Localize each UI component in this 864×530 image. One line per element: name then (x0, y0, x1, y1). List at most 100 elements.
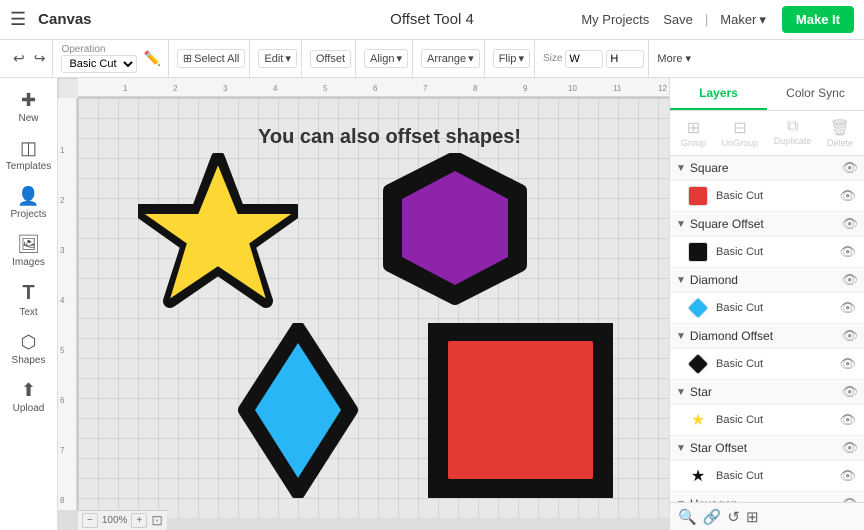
layer-item-square-basic-cut[interactable]: Basic Cut 👁 (670, 181, 864, 212)
operation-select[interactable]: Basic Cut (61, 55, 137, 73)
layer-item-eye-icon[interactable]: 👁 (839, 188, 856, 204)
layer-item-eye-icon[interactable]: 👁 (839, 468, 856, 484)
layer-group-square-name: Square (690, 161, 842, 175)
ungroup-icon: ⊟ (733, 118, 746, 138)
more-button[interactable]: More ▾ (657, 52, 691, 65)
layer-group-star-offset: ▼ Star Offset 👁 ★ Basic Cut 👁 (670, 436, 864, 492)
left-panel-images[interactable]: 🖼 Images (4, 228, 54, 274)
group-label: Group (681, 138, 706, 148)
toolbar: ↩ ↪ Operation Basic Cut ✏️ ⊞ Select All … (0, 40, 864, 78)
layer-group-diamond-header[interactable]: ▼ Diamond 👁 (670, 268, 864, 293)
size-w-input[interactable] (565, 50, 603, 68)
left-panel-projects[interactable]: 👤 Projects (4, 180, 54, 226)
undo-button[interactable]: ↩ (10, 47, 28, 70)
search-icon[interactable]: 🔍 (678, 508, 697, 526)
arrange-dropdown-icon: ▾ (468, 52, 474, 65)
save-button[interactable]: Save (663, 12, 693, 27)
corner-box (58, 510, 78, 530)
layer-item-eye-icon[interactable]: 👁 (839, 412, 856, 428)
projects-label: Projects (10, 209, 46, 220)
templates-icon: ◫ (20, 138, 37, 159)
layer-item-label: Basic Cut (716, 246, 839, 258)
left-panel-shapes[interactable]: ⬡ Shapes (4, 326, 54, 372)
bottom-icons-group: 🔍 🔗 ↺ ⊞ (678, 508, 759, 526)
maker-button[interactable]: Maker ▾ (720, 12, 766, 28)
left-panel-text[interactable]: T Text (4, 276, 54, 324)
layer-item-star-basic-cut[interactable]: ★ Basic Cut 👁 (670, 405, 864, 436)
shape-diamond[interactable] (233, 323, 363, 501)
ungroup-button[interactable]: ⊟ UnGroup (717, 115, 764, 151)
chevron-down-icon: ▼ (676, 163, 686, 174)
shape-hexagon[interactable] (378, 153, 533, 311)
visibility-eye-icon[interactable]: 👁 (841, 160, 858, 176)
flip-button[interactable]: Flip ▾ (493, 49, 530, 68)
top-nav: ☰ Canvas Offset Tool 4 My Projects Save … (0, 0, 864, 40)
ruler-top: 1 2 3 4 5 6 7 8 9 10 11 12 (78, 78, 669, 98)
link-icon[interactable]: 🔗 (703, 508, 722, 526)
undo-redo-group: ↩ ↪ (6, 40, 53, 77)
size-group: Size (539, 40, 649, 77)
layer-group-hexagon-header[interactable]: ▼ Hexagon 👁 (670, 492, 864, 502)
layer-item-star-offset-basic-cut[interactable]: ★ Basic Cut 👁 (670, 461, 864, 492)
menu-icon[interactable]: ☰ (10, 9, 26, 30)
edit-group: Edit ▾ (254, 40, 302, 77)
size-label: Size (543, 54, 562, 64)
layer-group-star-offset-header[interactable]: ▼ Star Offset 👁 (670, 436, 864, 461)
layer-item-diamond-basic-cut[interactable]: Basic Cut 👁 (670, 293, 864, 324)
layer-item-label: Basic Cut (716, 414, 839, 426)
shape-star[interactable] (138, 153, 298, 321)
chevron-down-icon: ▼ (676, 275, 686, 286)
layer-item-eye-icon[interactable]: 👁 (839, 244, 856, 260)
zoom-in-button[interactable]: + (131, 513, 147, 528)
visibility-eye-icon[interactable]: 👁 (841, 440, 858, 456)
layer-group-square-offset-header[interactable]: ▼ Square Offset 👁 (670, 212, 864, 237)
offset-button[interactable]: Offset (310, 50, 351, 68)
operation-select-group: Operation Basic Cut (61, 45, 137, 73)
layer-item-eye-icon[interactable]: 👁 (839, 356, 856, 372)
visibility-eye-icon[interactable]: 👁 (841, 384, 858, 400)
visibility-eye-icon[interactable]: 👁 (841, 272, 858, 288)
shape-square[interactable] (428, 323, 613, 501)
layer-item-eye-icon[interactable]: 👁 (839, 300, 856, 316)
arrange-button[interactable]: Arrange ▾ (421, 49, 480, 68)
duplicate-button[interactable]: ⧉ Duplicate (769, 115, 817, 151)
images-label: Images (12, 257, 45, 268)
canvas-area[interactable]: 1 2 3 4 5 6 7 8 9 10 11 12 1 2 3 4 5 (58, 78, 669, 530)
hint-text: You can also offset shapes! (258, 126, 521, 149)
visibility-eye-icon[interactable]: 👁 (841, 328, 858, 344)
edit-button[interactable]: Edit ▾ (258, 49, 297, 68)
tab-layers[interactable]: Layers (670, 78, 767, 110)
tab-color-sync[interactable]: Color Sync (767, 78, 864, 110)
left-panel: ✚ New ◫ Templates 👤 Projects 🖼 Images T … (0, 78, 58, 530)
redo-button[interactable]: ↪ (31, 47, 49, 70)
align-button[interactable]: Align ▾ (364, 49, 408, 68)
svg-text:1: 1 (60, 146, 65, 155)
my-projects-link[interactable]: My Projects (581, 12, 649, 27)
fit-button[interactable]: ⊡ (151, 512, 163, 529)
panel-tabs: Layers Color Sync (670, 78, 864, 111)
visibility-eye-icon[interactable]: 👁 (841, 216, 858, 232)
zoom-out-button[interactable]: − (82, 513, 98, 528)
layer-group-square-header[interactable]: ▼ Square 👁 (670, 156, 864, 181)
size-h-input[interactable] (606, 50, 644, 68)
edit-icon-button[interactable]: ✏️ (140, 47, 163, 70)
make-it-button[interactable]: Make It (782, 6, 854, 33)
layer-group-star-header[interactable]: ▼ Star 👁 (670, 380, 864, 405)
layer-group-diamond-offset-header[interactable]: ▼ Diamond Offset 👁 (670, 324, 864, 349)
delete-button[interactable]: 🗑 Delete (822, 115, 858, 151)
layer-item-diamond-offset-basic-cut[interactable]: Basic Cut 👁 (670, 349, 864, 380)
layer-item-square-offset-basic-cut[interactable]: Basic Cut 👁 (670, 237, 864, 268)
svg-text:11: 11 (613, 84, 622, 93)
left-panel-upload[interactable]: ⬆ Upload (4, 374, 54, 420)
left-panel-new[interactable]: ✚ New (4, 84, 54, 130)
layer-group-square-offset-name: Square Offset (690, 217, 842, 231)
select-all-button[interactable]: ⊞ Select All (177, 49, 245, 68)
new-label: New (18, 113, 38, 124)
grid-icon[interactable]: ⊞ (746, 508, 759, 526)
left-panel-templates[interactable]: ◫ Templates (4, 132, 54, 178)
svg-text:7: 7 (423, 84, 428, 93)
layer-group-star: ▼ Star 👁 ★ Basic Cut 👁 (670, 380, 864, 436)
group-button[interactable]: ⊞ Group (676, 115, 711, 151)
layer-group-star-name: Star (690, 385, 842, 399)
refresh-icon[interactable]: ↺ (727, 508, 740, 526)
